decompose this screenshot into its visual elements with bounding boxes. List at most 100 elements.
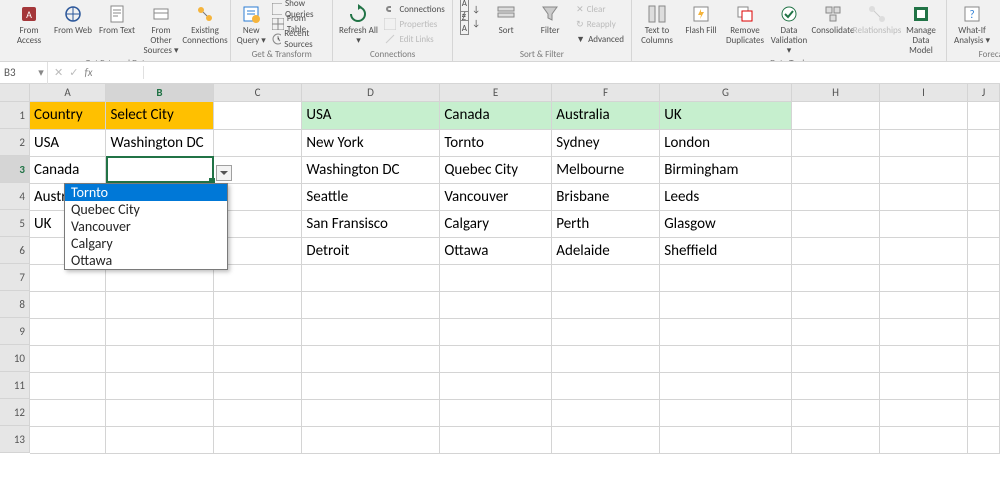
row-header-2[interactable]: 2 [0,129,30,156]
cell[interactable]: Quebec City [440,156,552,183]
cell[interactable]: Sheffield [660,237,792,264]
dropdown-option[interactable]: Tornto [65,184,227,201]
cell[interactable] [214,318,302,345]
cell[interactable] [967,129,999,156]
cell[interactable] [792,183,880,210]
cell[interactable] [106,372,214,399]
cell[interactable] [106,318,214,345]
cell[interactable] [30,399,106,426]
cell[interactable] [792,426,880,453]
cell[interactable] [214,129,302,156]
clear-button[interactable]: ✕Clear [573,2,627,16]
row-header-4[interactable]: 4 [0,183,30,210]
col-header-G[interactable]: G [660,84,792,102]
cell[interactable]: Vancouver [440,183,552,210]
cell[interactable] [880,102,968,129]
cell[interactable] [967,399,999,426]
consolidate-button[interactable]: Consolidate [812,2,854,38]
cell[interactable]: Australia [552,102,660,129]
cell[interactable] [660,264,792,291]
cells-area[interactable]: CountrySelect CityUSACanadaAustraliaUKUS… [30,102,1000,454]
cell[interactable] [792,399,880,426]
cell[interactable]: San Fransisco [302,210,440,237]
cell[interactable] [792,291,880,318]
what-if-button[interactable]: ?What-If Analysis ▾ [951,2,993,48]
cell[interactable]: Ottawa [440,237,552,264]
from-web-button[interactable]: From Web [52,2,94,38]
cell[interactable] [660,345,792,372]
cell[interactable] [440,264,552,291]
from-access-button[interactable]: A From Access [8,2,50,48]
cell[interactable] [660,399,792,426]
row-header-6[interactable]: 6 [0,237,30,264]
cell[interactable] [792,237,880,264]
col-header-B[interactable]: B [106,84,214,102]
cell[interactable] [552,399,660,426]
cell[interactable] [552,426,660,453]
cell[interactable] [660,291,792,318]
cell[interactable] [302,318,440,345]
cell[interactable] [967,426,999,453]
existing-connections-button[interactable]: Existing Connections [184,2,226,48]
row-header-12[interactable]: 12 [0,399,30,426]
cell[interactable] [106,426,214,453]
remove-duplicates-button[interactable]: Remove Duplicates [724,2,766,48]
row-header-3[interactable]: 3 [0,156,30,183]
cell[interactable]: Washington DC [302,156,440,183]
cell[interactable] [106,345,214,372]
cell[interactable]: Select City [106,102,214,129]
from-text-button[interactable]: From Text [96,2,138,38]
cell[interactable] [880,345,968,372]
cell[interactable]: Seattle [302,183,440,210]
cell[interactable] [440,291,552,318]
cell[interactable]: Tornto [440,129,552,156]
cell[interactable] [880,210,968,237]
refresh-all-button[interactable]: Refresh All ▾ [337,2,379,48]
from-other-sources-button[interactable]: From Other Sources ▾ [140,2,182,58]
cell[interactable]: Sydney [552,129,660,156]
fx-icon[interactable]: fx [84,66,92,79]
col-header-D[interactable]: D [302,84,440,102]
cell[interactable] [106,156,214,183]
cell[interactable] [967,264,999,291]
cell[interactable]: Brisbane [552,183,660,210]
cell[interactable] [660,372,792,399]
name-box[interactable]: B3▾ [0,62,48,84]
cell[interactable] [552,345,660,372]
cell[interactable] [967,183,999,210]
cell[interactable] [880,318,968,345]
cell[interactable] [880,399,968,426]
cell[interactable] [302,264,440,291]
cell[interactable] [30,426,106,453]
col-header-E[interactable]: E [440,84,552,102]
cell[interactable] [792,372,880,399]
cell[interactable] [214,345,302,372]
text-to-columns-button[interactable]: Text to Columns [636,2,678,48]
cell[interactable] [552,264,660,291]
cell[interactable] [552,318,660,345]
cell[interactable]: UK [660,102,792,129]
cell[interactable] [967,372,999,399]
cell[interactable] [967,345,999,372]
sort-button[interactable]: Sort [485,2,527,38]
row-header-10[interactable]: 10 [0,345,30,372]
col-header-I[interactable]: I [880,84,968,102]
cell[interactable] [792,129,880,156]
cell[interactable] [967,156,999,183]
data-validation-button[interactable]: Data Validation ▾ [768,2,810,58]
cell[interactable] [967,237,999,264]
row-header-1[interactable]: 1 [0,102,30,129]
connections-button[interactable]: Connections [381,2,447,16]
cell[interactable] [792,264,880,291]
dropdown-option[interactable]: Calgary [65,235,227,252]
cell[interactable] [880,372,968,399]
cell[interactable]: Perth [552,210,660,237]
advanced-button[interactable]: ▼Advanced [573,32,627,46]
row-header-8[interactable]: 8 [0,291,30,318]
cell[interactable] [30,372,106,399]
cell[interactable] [440,399,552,426]
cell[interactable] [302,426,440,453]
cell[interactable] [792,102,880,129]
cell[interactable] [880,156,968,183]
select-all-corner[interactable] [0,84,30,102]
